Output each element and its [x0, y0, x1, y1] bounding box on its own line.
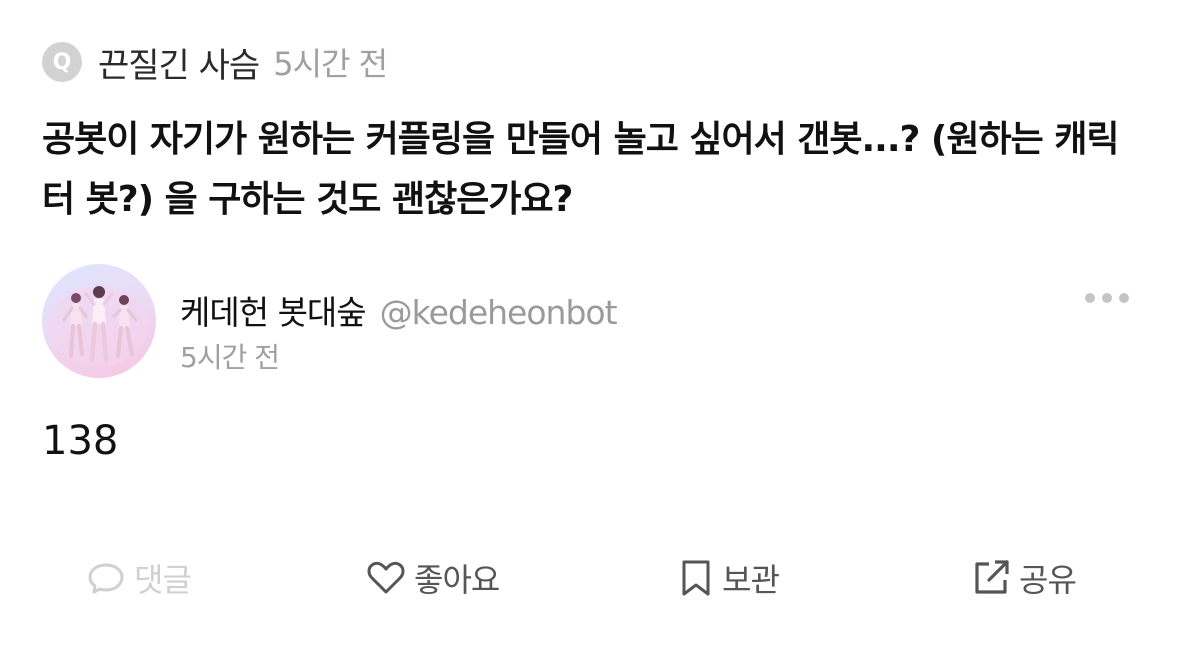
- save-label: 보관: [722, 561, 780, 599]
- more-dot: [1119, 293, 1129, 303]
- comment-button[interactable]: 댓글: [86, 548, 192, 608]
- action-bar: 댓글 좋아요 보관 공유: [0, 548, 1179, 608]
- more-dot: [1102, 293, 1112, 303]
- bookmark-icon: [682, 560, 710, 596]
- answer-body: 138: [42, 418, 119, 464]
- share-label: 공유: [1019, 561, 1077, 599]
- speech-bubble-icon: [88, 563, 124, 594]
- answerer-handle[interactable]: @kedeheonbot: [380, 293, 618, 332]
- answerer-name[interactable]: 케데헌 봇대숲: [180, 286, 367, 334]
- more-options-icon[interactable]: [1085, 288, 1129, 308]
- question-timestamp: 5시간 전: [273, 45, 388, 83]
- external-share-icon: [975, 560, 1009, 594]
- heart-icon: [367, 561, 405, 594]
- question-header: Q 끈질긴 사슴 5시간 전: [42, 38, 388, 87]
- comment-label: 댓글: [134, 561, 192, 599]
- question-text: 공봇이 자기가 원하는 커플링을 만들어 놀고 싶어서 갠봇...? (원하는 …: [42, 119, 1120, 220]
- share-button[interactable]: 공유: [971, 548, 1077, 608]
- like-button[interactable]: 좋아요: [366, 548, 500, 608]
- save-button[interactable]: 보관: [678, 548, 780, 608]
- avatar-image: [49, 286, 149, 366]
- answer-header: 케데헌 봇대숲 @kedeheonbot 5시간 전: [42, 264, 1137, 378]
- like-label: 좋아요: [414, 561, 500, 599]
- answerer-info[interactable]: 케데헌 봇대숲 @kedeheonbot: [180, 286, 618, 334]
- question-author[interactable]: 끈질긴 사슴: [98, 38, 260, 87]
- avatar[interactable]: [42, 264, 156, 378]
- question-badge-icon: Q: [42, 42, 82, 82]
- answer-timestamp: 5시간 전: [180, 341, 280, 374]
- more-dot: [1085, 293, 1095, 303]
